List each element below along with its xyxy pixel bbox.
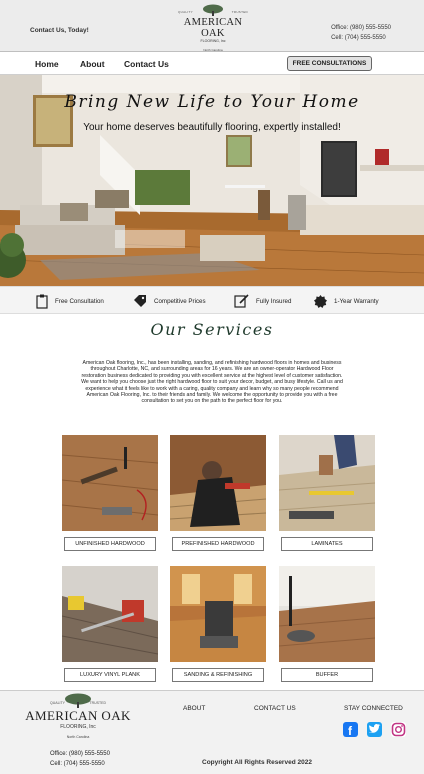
service-label: BUFFER <box>281 668 373 682</box>
feature-label: Free Consultation <box>55 297 104 305</box>
footer-office-phone[interactable]: Office: (980) 555-5550 <box>50 749 110 759</box>
nav-contact-us[interactable]: Contact Us <box>124 59 169 69</box>
logo-arc-right: TRUSTED <box>231 10 248 14</box>
service-label: LUXURY VINYL PLANK <box>64 668 156 682</box>
footer-link-contact-us[interactable]: CONTACT US <box>254 705 296 712</box>
logo-location: North Carolina <box>203 48 223 52</box>
service-label: PREFINISHED HARDWOOD <box>172 537 264 551</box>
sanding-refinishing-photo <box>170 566 266 662</box>
prefinished-hardwood-photo <box>170 435 266 531</box>
buffer-photo <box>279 566 375 662</box>
feature-label: 1-Year Warranty <box>334 297 379 305</box>
hero-banner: Bring New Life to Your Home Your home de… <box>0 75 424 286</box>
footer-logo-arc-right: TRUSTED <box>89 701 106 705</box>
footer-link-about[interactable]: ABOUT <box>183 705 205 712</box>
footer: QUALITY TRUSTED AMERICAN OAK FLOORING, I… <box>0 690 424 774</box>
oak-tree-icon <box>203 4 223 16</box>
footer-location: North Carolina <box>66 735 90 739</box>
facebook-icon[interactable]: f <box>343 722 358 737</box>
service-card-laminates[interactable]: LAMINATES <box>279 435 375 553</box>
warranty-seal-icon <box>314 294 327 308</box>
footer-cell-phone[interactable]: Cell: (704) 555-5550 <box>50 759 110 769</box>
free-consultations-button[interactable]: FREE CONSULTATIONS <box>287 56 372 71</box>
copyright-text: Copyright All Rights Reserved 2022 <box>202 759 312 766</box>
footer-logo-arc-left: QUALITY <box>50 701 65 705</box>
service-label: LAMINATES <box>281 537 373 551</box>
service-card-luxury-vinyl-plank[interactable]: LUXURY VINYL PLANK <box>62 566 158 684</box>
header-logo[interactable]: QUALITY TRUSTED AMERICAN OAK FLOORING, I… <box>172 4 254 52</box>
service-card-buffer[interactable]: BUFFER <box>279 566 375 684</box>
footer-brand-name: AMERICAN OAK <box>25 708 131 723</box>
top-header: Contact Us, Today! QUALITY TRUSTED AMERI… <box>0 0 424 52</box>
service-label: UNFINISHED HARDWOOD <box>64 537 156 551</box>
price-tag-icon <box>134 295 146 307</box>
services-intro: American Oak flooring, Inc., has been in… <box>81 360 343 405</box>
hero-headline: Bring New Life to Your Home <box>64 92 360 112</box>
feature-label: Competitive Prices <box>154 297 206 305</box>
unfinished-hardwood-photo <box>62 435 158 531</box>
instagram-icon[interactable] <box>391 722 406 737</box>
clipboard-icon <box>36 294 48 309</box>
hero-subheadline: Your home deserves beautifully flooring,… <box>83 122 341 133</box>
twitter-icon[interactable] <box>367 722 382 737</box>
office-phone[interactable]: Office: (980) 555-5550 <box>331 23 391 33</box>
service-card-sanding-refinishing[interactable]: SANDING & REFINISHING <box>170 566 266 684</box>
footer-brand-sub: FLOORING, Inc <box>60 724 96 730</box>
feature-label: Fully Insured <box>256 297 292 305</box>
laminates-photo <box>279 435 375 531</box>
cell-phone[interactable]: Cell: (704) 555-5550 <box>331 33 391 43</box>
logo-brand-name: AMERICAN OAK <box>183 17 243 39</box>
footer-phones: Office: (980) 555-5550 Cell: (704) 555-5… <box>50 749 110 769</box>
svg-text:f: f <box>348 724 353 737</box>
nav-about[interactable]: About <box>80 59 105 69</box>
luxury-vinyl-plank-photo <box>62 566 158 662</box>
main-nav: Home About Contact Us FREE CONSULTATIONS <box>0 53 424 75</box>
service-card-prefinished-hardwood[interactable]: PREFINISHED HARDWOOD <box>170 435 266 553</box>
service-card-unfinished-hardwood[interactable]: UNFINISHED HARDWOOD <box>62 435 158 553</box>
feature-fully-insured: Fully Insured <box>234 293 291 309</box>
contact-today-text[interactable]: Contact Us, Today! <box>30 27 89 34</box>
features-strip: Free Consultation Competitive Prices Ful… <box>0 286 424 314</box>
feature-warranty: 1-Year Warranty <box>314 293 379 309</box>
oak-tree-icon <box>65 693 91 708</box>
signed-document-icon <box>234 294 249 308</box>
header-phones: Office: (980) 555-5550 Cell: (704) 555-5… <box>331 23 391 43</box>
nav-home[interactable]: Home <box>35 59 59 69</box>
feature-free-consultation: Free Consultation <box>36 293 104 309</box>
logo-arc-left: QUALITY <box>178 10 193 14</box>
footer-logo[interactable]: QUALITY TRUSTED AMERICAN OAK FLOORING, I… <box>22 693 134 739</box>
feature-competitive-prices: Competitive Prices <box>133 293 206 309</box>
service-label: SANDING & REFINISHING <box>172 668 264 682</box>
services-title: Our Services <box>150 320 274 339</box>
footer-stay-connected: STAY CONNECTED <box>344 705 403 712</box>
logo-brand-sub: FLOORING, Inc <box>200 39 226 43</box>
